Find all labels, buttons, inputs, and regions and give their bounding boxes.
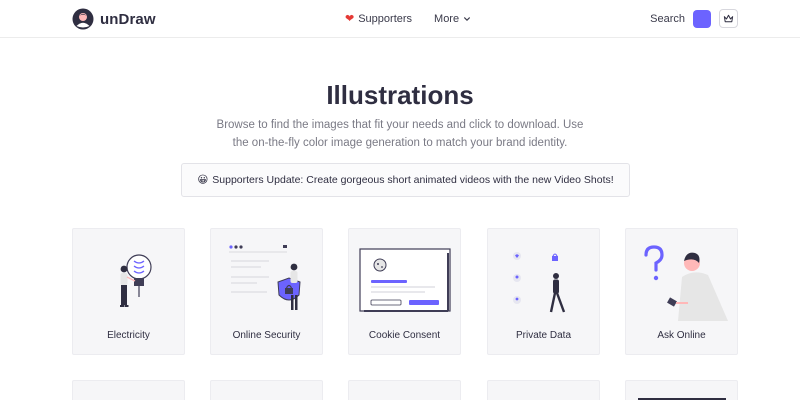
nav-supporters-label: Supporters — [358, 12, 413, 25]
illustration-card[interactable] — [348, 380, 461, 400]
undraw-logo-icon — [72, 8, 94, 30]
cookie-consent-illustration-icon — [359, 248, 451, 312]
search-button[interactable]: Search — [650, 13, 685, 25]
top-header: unDraw ❤ Supporters More Search — [0, 0, 800, 38]
private-data-illustration-icon — [513, 252, 566, 313]
brand-logo-link[interactable]: unDraw — [72, 8, 156, 30]
online-security-illustration-icon — [229, 245, 301, 310]
illustration-card-private-data[interactable]: Private Data — [487, 228, 600, 355]
heart-icon: ❤ — [345, 13, 355, 25]
page-title: Illustrations — [326, 80, 474, 110]
main-nav: ❤ Supporters More — [345, 12, 471, 25]
nav-more-dropdown[interactable]: More — [434, 13, 471, 25]
illustration-card[interactable] — [487, 380, 600, 400]
card-label: Electricity — [107, 330, 150, 341]
nav-supporters[interactable]: ❤ Supporters — [345, 12, 413, 26]
illustration-card-cookie-consent[interactable]: Cookie Consent — [348, 228, 461, 355]
supporters-update-banner[interactable]: 😀 Supporters Update: Create gorgeous sho… — [181, 163, 630, 197]
illustration-card-ask-online[interactable]: Ask Online — [625, 228, 738, 355]
chevron-down-icon — [464, 16, 471, 21]
header-tools: Search — [650, 9, 738, 28]
card-label: Private Data — [515, 330, 572, 341]
card-label: Online Security — [232, 330, 301, 341]
ask-online-illustration-icon — [644, 245, 728, 321]
banner-text: Supporters Update: Create gorgeous short… — [212, 174, 614, 186]
illustration-card-electricity[interactable]: Electricity — [72, 228, 185, 355]
illustration-card-online-security[interactable]: Online Security — [210, 228, 323, 355]
illustration-card[interactable] — [72, 380, 185, 400]
crown-icon — [723, 14, 734, 23]
page-subtitle: Browse to find the images that fit your … — [216, 119, 584, 149]
card-label: Cookie Consent — [368, 330, 441, 341]
color-picker-button[interactable] — [693, 9, 711, 28]
supporter-crown-button[interactable] — [719, 9, 738, 28]
brand-name: unDraw — [100, 10, 156, 28]
nav-more-label: More — [434, 12, 460, 25]
card-label: Ask Online — [657, 330, 706, 341]
illustration-card[interactable] — [210, 380, 323, 400]
electricity-illustration-icon — [120, 254, 152, 307]
illustration-card[interactable] — [625, 380, 738, 400]
grinning-emoji-icon: 😀 — [197, 174, 209, 186]
